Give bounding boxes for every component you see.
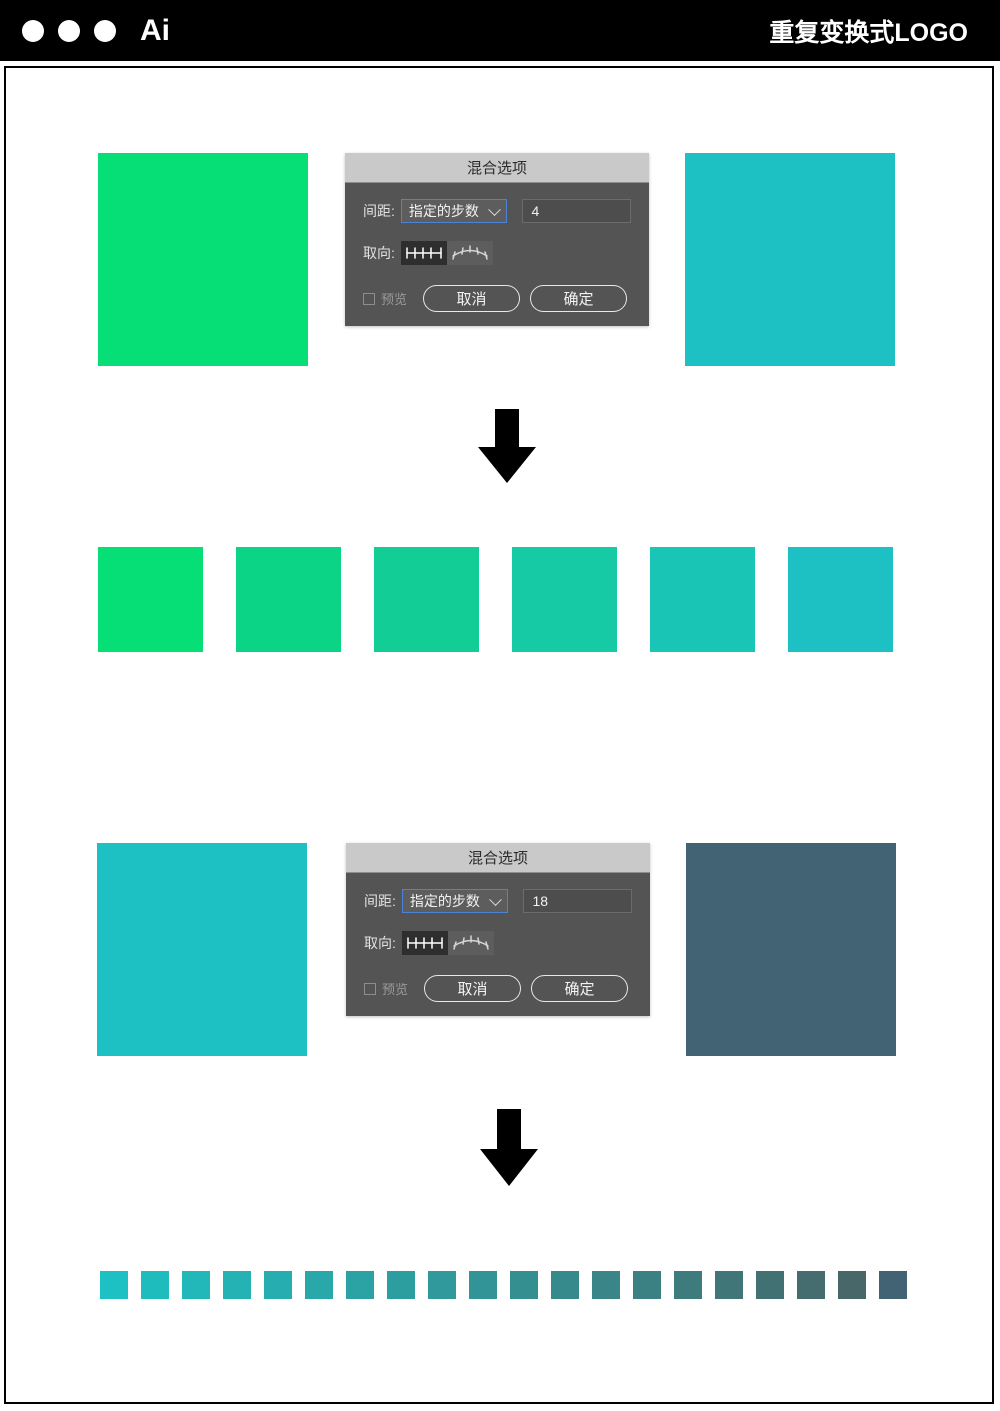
spacing-row-1: 间距: 指定的步数 4 [363, 199, 631, 223]
orientation-label-1: 取向: [363, 245, 395, 261]
align-to-page-icon-button-1[interactable] [400, 241, 447, 265]
spacing-mode-value-2: 指定的步数 [409, 893, 480, 909]
blend-swatch-small[interactable] [264, 1271, 292, 1299]
steps-input-2[interactable]: 18 [522, 889, 632, 913]
down-arrow-1-icon [478, 409, 536, 483]
blend-swatch-small[interactable] [674, 1271, 702, 1299]
blend-swatch-small[interactable] [510, 1271, 538, 1299]
spacing-mode-select-1[interactable]: 指定的步数 [400, 199, 507, 223]
orientation-row-2: 取向: [364, 931, 632, 955]
blend-options-dialog-2[interactable]: 混合选项 间距: 指定的步数 18 取向: 预览 取消 确定 [346, 843, 650, 1016]
spacing-label-1: 间距: [363, 203, 395, 219]
align-to-page-icon [406, 247, 442, 259]
align-to-page-icon-button-2[interactable] [401, 931, 448, 955]
orientation-button-group-1[interactable] [400, 241, 493, 265]
blend-options-dialog-1[interactable]: 混合选项 间距: 指定的步数 4 取向: 预览 取消 确定 [345, 153, 649, 326]
down-arrow-2-icon [480, 1109, 538, 1186]
blend-swatch[interactable] [512, 547, 617, 652]
dialog-title-2: 混合选项 [346, 843, 650, 873]
orientation-label-2: 取向: [364, 935, 396, 951]
preview-checkbox-wrap-1[interactable]: 预览 [363, 289, 407, 308]
blend-swatch[interactable] [650, 547, 755, 652]
blend-swatch-small[interactable] [879, 1271, 907, 1299]
align-to-path-icon-button-2[interactable] [447, 931, 494, 955]
preview-checkbox-2[interactable] [364, 982, 376, 995]
blend-swatch-small[interactable] [346, 1271, 374, 1299]
blend-swatch-small[interactable] [100, 1271, 128, 1299]
preview-checkbox-wrap-2[interactable]: 预览 [364, 979, 408, 998]
blend-swatch-small[interactable] [797, 1271, 825, 1299]
document-title: 重复变换式LOGO [769, 18, 968, 47]
blend-swatch-small[interactable] [592, 1271, 620, 1299]
chevron-down-icon [488, 893, 502, 907]
align-to-page-icon [407, 937, 443, 949]
dialog-body-1: 间距: 指定的步数 4 取向: 预览 取消 确定 [345, 183, 649, 326]
blend-swatch-small[interactable] [715, 1271, 743, 1299]
close-dot-icon[interactable] [22, 19, 44, 42]
dialog-footer-1: 预览 取消 确定 [363, 285, 631, 312]
blend-swatch-small[interactable] [387, 1271, 415, 1299]
blend-swatch[interactable] [236, 547, 341, 652]
spacing-row-2: 间距: 指定的步数 18 [364, 889, 632, 913]
blend-swatch-small[interactable] [838, 1271, 866, 1299]
align-to-path-icon-button-1[interactable] [446, 241, 493, 265]
blend-swatch-small[interactable] [551, 1271, 579, 1299]
dialog-body-2: 间距: 指定的步数 18 取向: 预览 取消 确定 [346, 873, 650, 1016]
align-to-path-icon [452, 245, 488, 260]
spacing-mode-select-2[interactable]: 指定的步数 [401, 889, 508, 913]
orientation-row-1: 取向: [363, 241, 631, 265]
dialog-title-1: 混合选项 [345, 153, 649, 183]
app-titlebar: Ai 重复变换式LOGO [0, 0, 1000, 61]
blend-swatch-small[interactable] [182, 1271, 210, 1299]
artboard-stage: 混合选项 间距: 指定的步数 4 取向: 预览 取消 确定 混合选项 间距: 指… [6, 68, 992, 1402]
source-square-teal[interactable] [97, 843, 307, 1056]
blend-swatch-small[interactable] [223, 1271, 251, 1299]
blend-swatch[interactable] [98, 547, 203, 652]
spacing-label-2: 间距: [364, 893, 396, 909]
ok-button-2[interactable]: 确定 [531, 975, 629, 1002]
maximize-dot-icon[interactable] [94, 19, 116, 42]
illustrator-logo: Ai [140, 13, 170, 47]
target-square-slate[interactable] [686, 843, 896, 1056]
steps-value-1: 4 [531, 203, 540, 219]
blend-swatch-small[interactable] [305, 1271, 333, 1299]
steps-input-1[interactable]: 4 [521, 199, 631, 223]
preview-label-2: 预览 [382, 982, 409, 997]
blend-swatch-small[interactable] [469, 1271, 497, 1299]
blend-swatch-small[interactable] [633, 1271, 661, 1299]
artboard-canvas: 混合选项 间距: 指定的步数 4 取向: 预览 取消 确定 混合选项 间距: 指… [4, 66, 994, 1404]
minimize-dot-icon[interactable] [58, 19, 80, 42]
target-square-teal[interactable] [685, 153, 895, 366]
chevron-down-icon [487, 203, 501, 217]
align-to-path-icon [453, 935, 489, 950]
preview-label-1: 预览 [381, 292, 408, 307]
blend-swatch-small[interactable] [141, 1271, 169, 1299]
blend-swatch-small[interactable] [756, 1271, 784, 1299]
cancel-button-1[interactable]: 取消 [423, 285, 521, 312]
cancel-button-2[interactable]: 取消 [424, 975, 522, 1002]
blend-swatch[interactable] [788, 547, 893, 652]
ok-button-1[interactable]: 确定 [530, 285, 628, 312]
spacing-mode-value-1: 指定的步数 [408, 203, 479, 219]
orientation-button-group-2[interactable] [401, 931, 494, 955]
preview-checkbox-1[interactable] [363, 292, 375, 305]
source-square-green[interactable] [98, 153, 308, 366]
blend-swatch-small[interactable] [428, 1271, 456, 1299]
steps-value-2: 18 [532, 893, 549, 909]
window-controls[interactable] [22, 19, 116, 42]
blend-swatch[interactable] [374, 547, 479, 652]
dialog-footer-2: 预览 取消 确定 [364, 975, 632, 1002]
